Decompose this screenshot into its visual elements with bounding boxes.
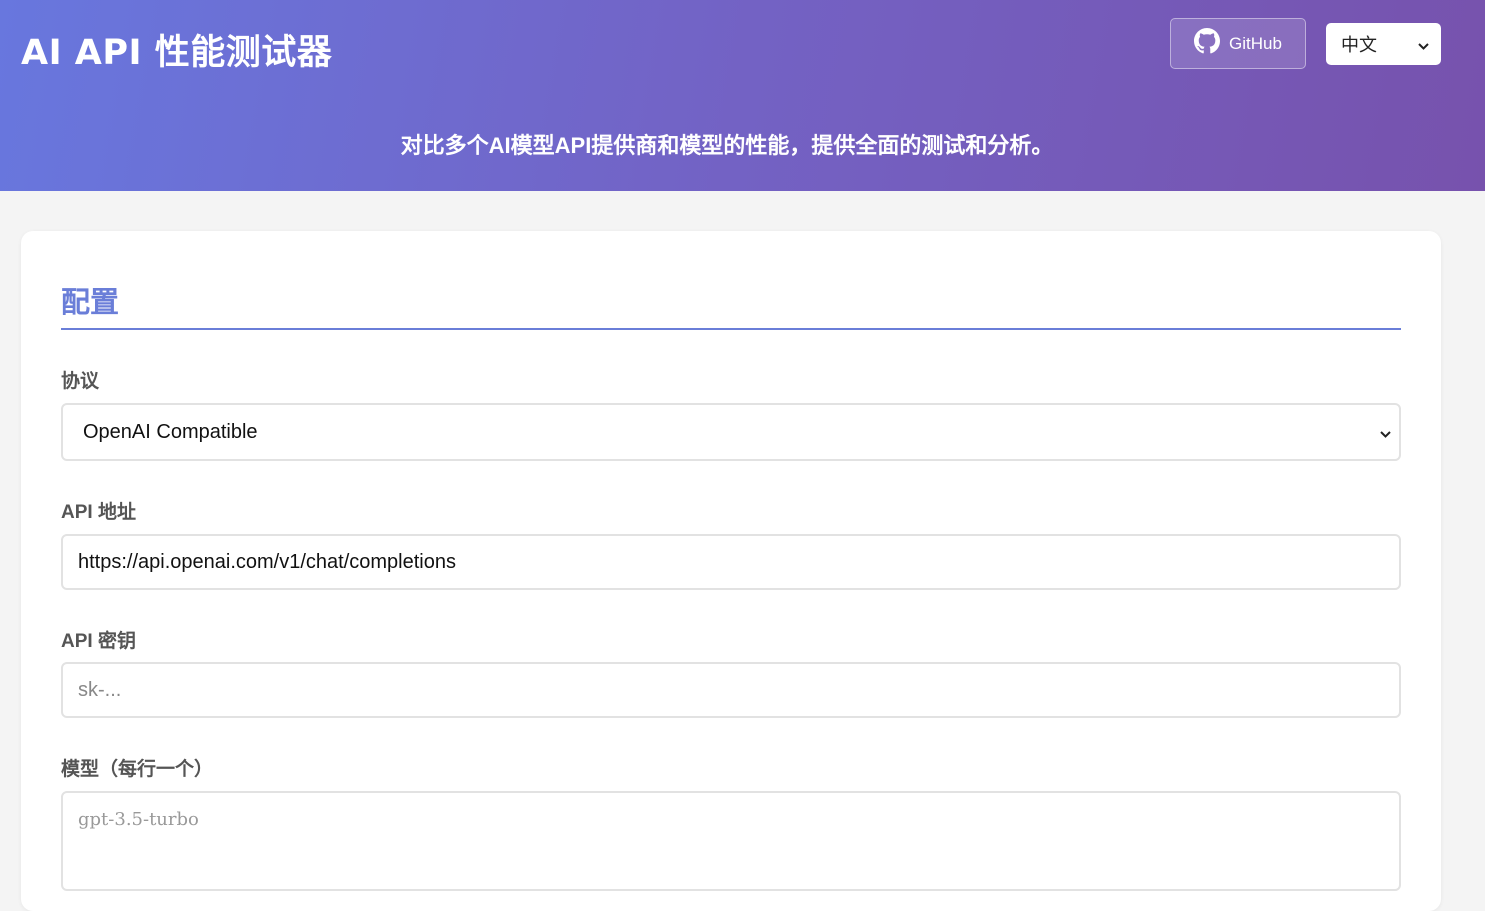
app-header: AI API 性能测试器 GitHub 中文 对比多个AI模型API提供商和模型…: [0, 0, 1485, 191]
language-value: 中文: [1341, 35, 1377, 55]
api-key-label: API 密钥: [61, 631, 136, 652]
language-select[interactable]: 中文: [1326, 23, 1441, 65]
github-icon: [1194, 28, 1221, 59]
section-divider: [61, 328, 1401, 330]
page-subtitle: 对比多个AI模型API提供商和模型的性能，提供全面的测试和分析。: [400, 133, 1054, 158]
app-title: AI API 性能测试器: [21, 33, 333, 73]
models-label: 模型（每行一个）: [61, 759, 214, 780]
github-label: GitHub: [1229, 33, 1282, 53]
api-key-placeholder: sk-...: [78, 678, 122, 701]
protocol-value: OpenAI Compatible: [83, 420, 258, 443]
protocol-select[interactable]: OpenAI Compatible: [61, 403, 1401, 461]
chevron-down-icon: [1418, 34, 1429, 55]
api-url-label: API 地址: [61, 502, 136, 523]
api-url-input[interactable]: https://api.openai.com/v1/chat/completio…: [61, 534, 1401, 590]
config-section-title: 配置: [61, 287, 120, 319]
api-key-input[interactable]: sk-...: [61, 662, 1401, 718]
models-placeholder: gpt-3.5-turbo: [78, 809, 199, 830]
chevron-down-icon: [1380, 421, 1391, 444]
config-card: 配置 协议 OpenAI Compatible API 地址 https://a…: [21, 231, 1441, 911]
models-textarea[interactable]: gpt-3.5-turbo: [61, 791, 1401, 891]
protocol-label: 协议: [61, 371, 100, 392]
github-button[interactable]: GitHub: [1170, 18, 1306, 69]
